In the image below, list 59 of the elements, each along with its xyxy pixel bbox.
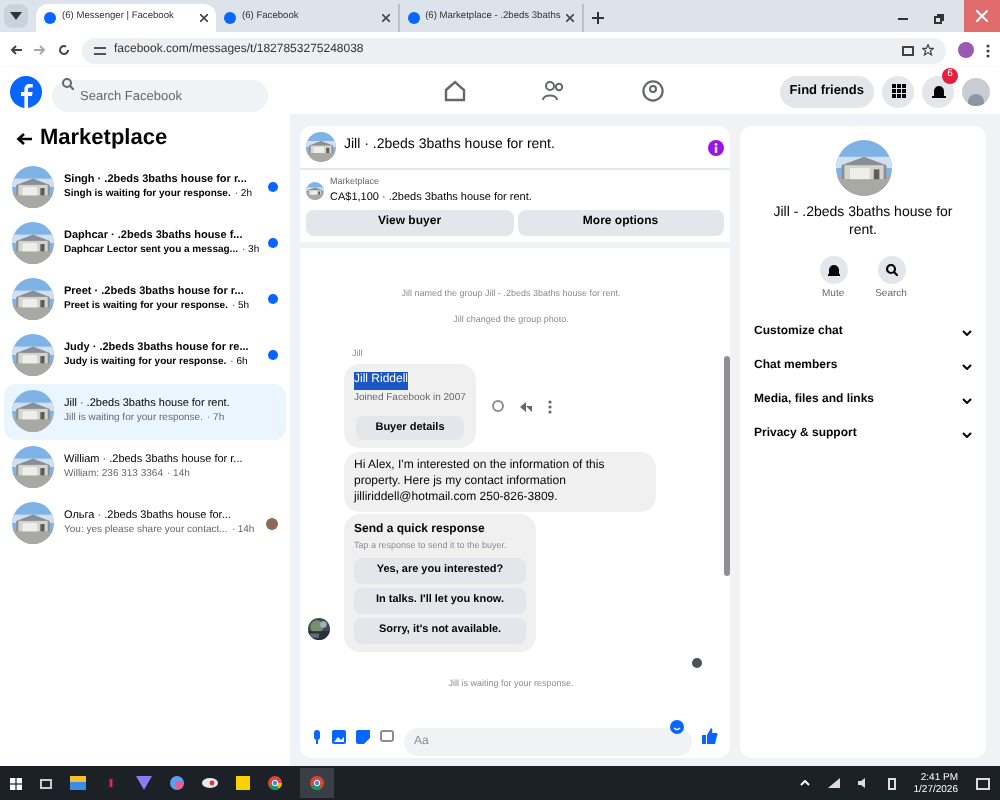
close-icon[interactable]: [566, 14, 574, 22]
bell-icon: [931, 83, 945, 99]
search-icon: [62, 77, 74, 89]
reply-icon[interactable]: [520, 401, 532, 411]
search-icon: [885, 264, 897, 276]
facebook-icon: [44, 12, 56, 24]
seen-avatar: [692, 657, 702, 667]
install-icon[interactable]: [902, 45, 914, 55]
notification-center-icon[interactable]: [976, 777, 990, 789]
facebook-icon: [408, 12, 420, 24]
tab-list-icon[interactable]: [4, 4, 28, 28]
bell-icon: [827, 263, 840, 277]
photo-icon[interactable]: [332, 729, 346, 743]
info-icon[interactable]: [708, 139, 724, 155]
close-icon[interactable]: [382, 14, 390, 22]
chevron-icon[interactable]: [962, 329, 972, 335]
tray-overflow-icon[interactable]: [799, 780, 810, 786]
chevron-icon[interactable]: [962, 431, 972, 437]
chevron-icon[interactable]: [962, 363, 972, 369]
search-button[interactable]: [877, 256, 905, 284]
thumbs-up-icon[interactable]: [702, 728, 718, 744]
sidebar-title: Marketplace: [40, 124, 168, 154]
back-arrow-icon[interactable]: [16, 131, 32, 146]
emoji-icon[interactable]: [492, 400, 504, 412]
groups-icon[interactable]: [641, 80, 664, 102]
close-icon[interactable]: [200, 14, 208, 22]
start-icon[interactable]: [10, 777, 22, 789]
battery-icon[interactable]: [887, 777, 896, 789]
site-settings-icon[interactable]: [94, 45, 106, 55]
facebook-icon: [224, 12, 236, 24]
notifications-button[interactable]: [922, 75, 954, 107]
account-avatar[interactable]: [962, 77, 990, 105]
star-icon[interactable]: [922, 44, 934, 56]
mute-button[interactable]: [819, 256, 848, 284]
app-icon[interactable]: [202, 776, 218, 790]
back-icon[interactable]: [10, 44, 22, 56]
speaker-icon[interactable]: [857, 778, 870, 788]
triangle-app-icon[interactable]: [136, 776, 152, 790]
task-view-icon[interactable]: [40, 777, 52, 789]
profile-icon[interactable]: [958, 42, 974, 58]
gif-icon[interactable]: [380, 730, 394, 742]
close-icon: [976, 10, 988, 22]
network-icon[interactable]: [827, 778, 840, 788]
friends-icon[interactable]: [541, 80, 566, 102]
home-icon[interactable]: [443, 80, 466, 102]
close-button[interactable]: [964, 0, 1000, 32]
reload-icon[interactable]: [58, 44, 70, 56]
menu-button[interactable]: [882, 75, 914, 107]
sticker-icon[interactable]: [356, 729, 370, 743]
chevron-icon[interactable]: [962, 397, 972, 403]
chrome-taskbar-button[interactable]: [300, 768, 334, 798]
chrome-icon: [310, 776, 324, 790]
new-tab-icon[interactable]: [592, 12, 604, 24]
chrome-icon[interactable]: [268, 776, 282, 790]
facebook-logo-icon[interactable]: [10, 75, 42, 107]
emoji-icon[interactable]: [670, 719, 684, 733]
grid-icon: [891, 84, 905, 98]
microphone-icon[interactable]: [312, 729, 322, 743]
restore-icon[interactable]: [934, 14, 944, 24]
